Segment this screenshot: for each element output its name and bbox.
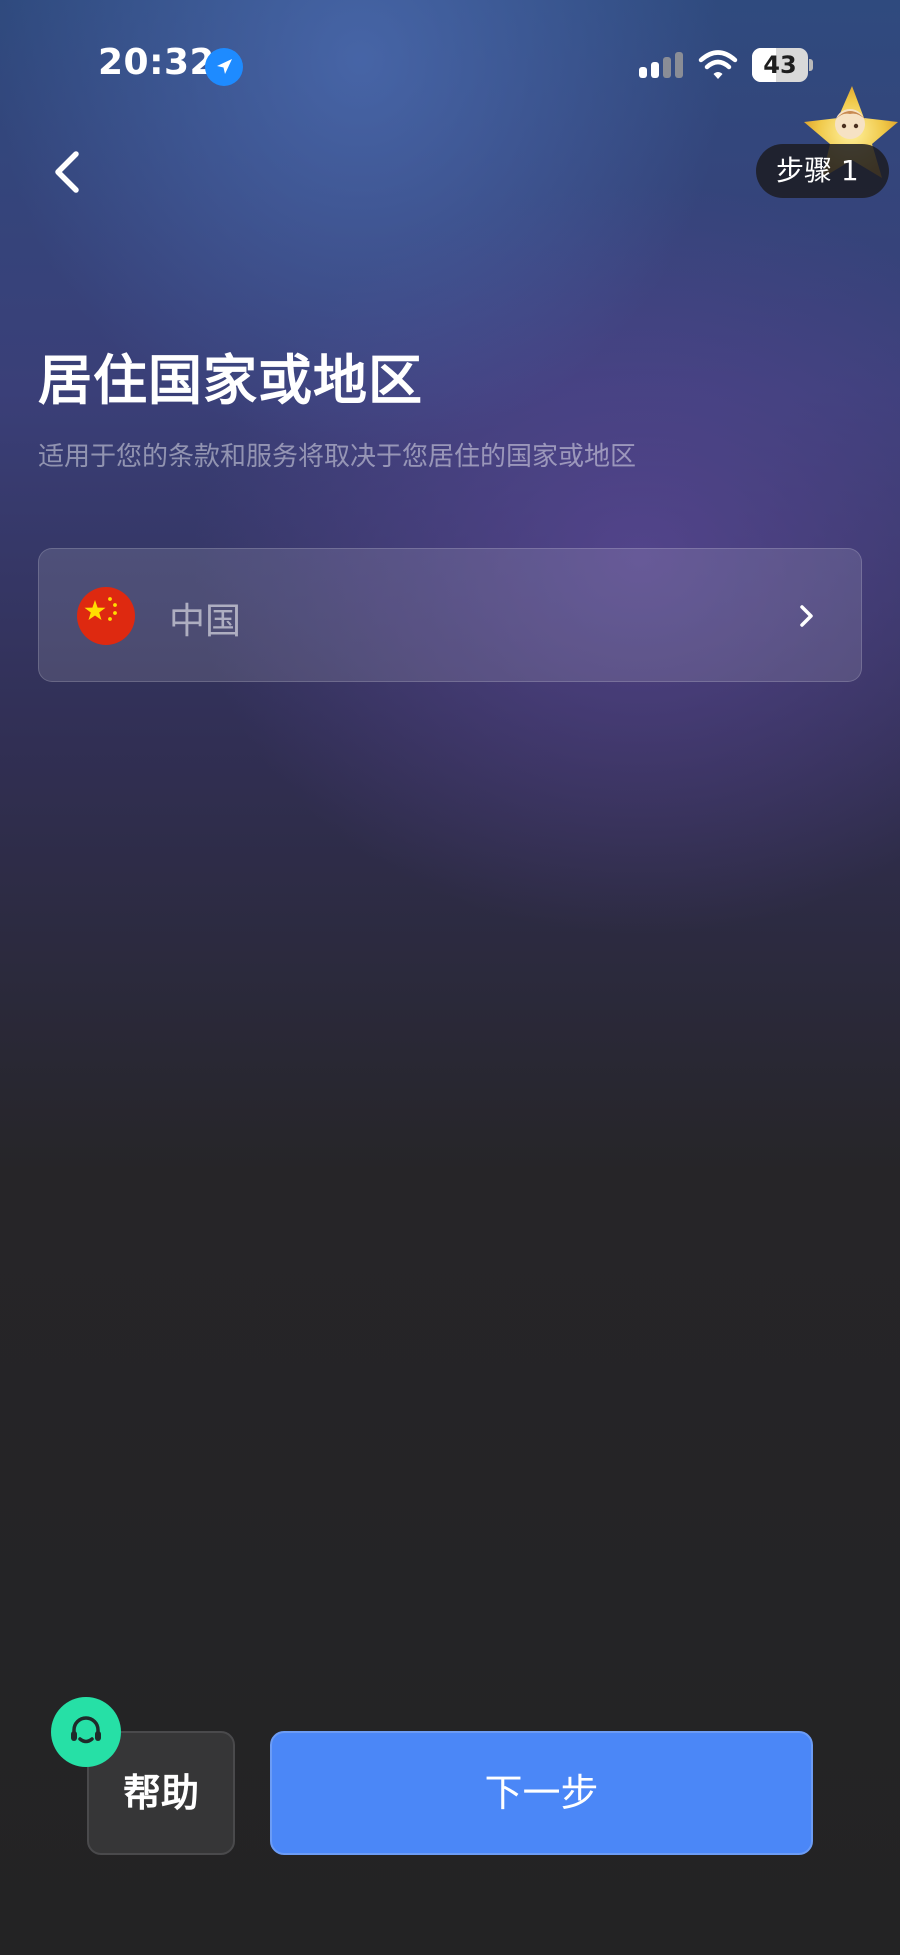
status-time: 20:32 (98, 42, 216, 83)
step-badge: 步骤 1 (756, 144, 889, 198)
country-value: 中国 (169, 601, 242, 642)
wifi-icon (698, 50, 738, 79)
battery-indicator: 43 (752, 48, 813, 82)
cellular-signal-icon (639, 52, 683, 78)
headset-icon[interactable] (51, 1697, 121, 1767)
back-button[interactable] (40, 140, 96, 204)
location-arrow-icon (205, 48, 243, 86)
country-selector[interactable]: 中国 (38, 548, 862, 682)
background-gradient (0, 0, 900, 1955)
next-step-button[interactable]: 下一步 (270, 1731, 813, 1855)
status-bar: 20:32 43 (0, 0, 900, 130)
china-flag-icon (77, 587, 135, 645)
chevron-left-icon (55, 151, 79, 193)
chevron-right-icon (800, 605, 813, 627)
page-subtitle: 适用于您的条款和服务将取决于您居住的国家或地区 (38, 442, 637, 472)
battery-level: 43 (763, 51, 797, 79)
page-title: 居住国家或地区 (38, 349, 423, 412)
